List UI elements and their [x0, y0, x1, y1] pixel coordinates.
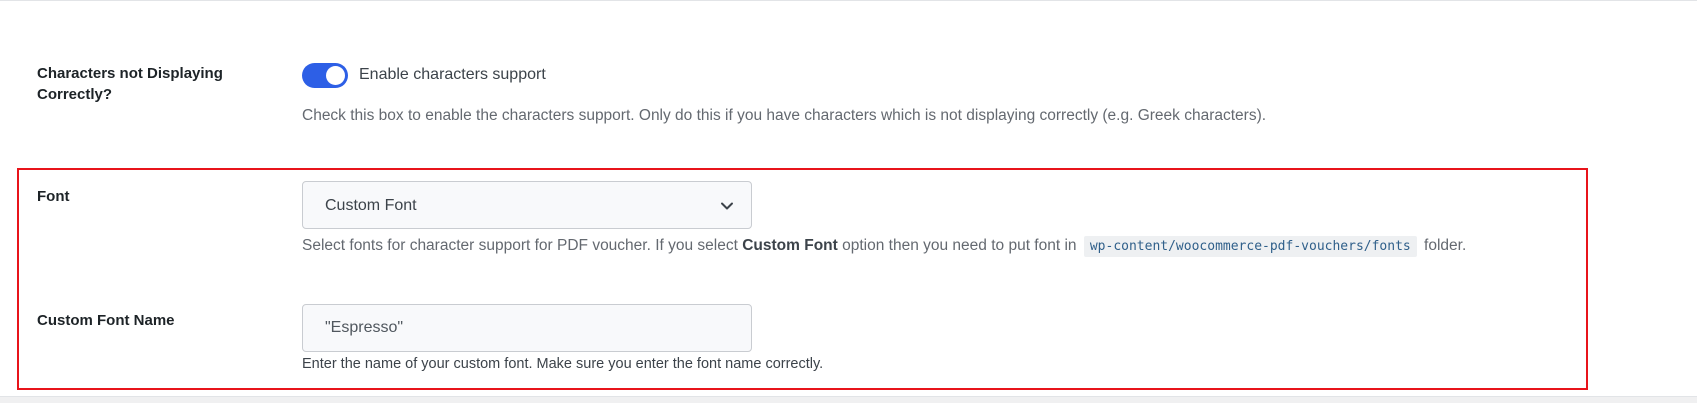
toggle-knob	[326, 66, 345, 85]
settings-panel: Characters not Displaying Correctly? Ena…	[0, 0, 1697, 397]
font-label: Font	[37, 188, 70, 205]
font-select-value: Custom Font	[325, 197, 417, 214]
font-select[interactable]: Custom Font	[302, 181, 752, 229]
characters-support-toggle[interactable]	[302, 63, 348, 88]
font-desc-middle: option then you need to put font in	[837, 237, 1081, 254]
characters-support-description: Check this box to enable the characters …	[302, 107, 1267, 124]
custom-font-name-input[interactable]	[302, 304, 752, 352]
font-description: Select fonts for character support for P…	[302, 235, 1466, 257]
font-desc-bold: Custom Font	[742, 237, 838, 254]
custom-font-name-label: Custom Font Name	[37, 312, 175, 329]
fonts-folder-path: wp-content/woocommerce-pdf-vouchers/font…	[1083, 236, 1417, 257]
custom-font-name-description: Enter the name of your custom font. Make…	[302, 356, 824, 372]
font-desc-prefix: Select fonts for character support for P…	[302, 237, 743, 254]
font-desc-suffix: folder.	[1419, 237, 1467, 254]
characters-support-label: Characters not Displaying Correctly?	[37, 65, 223, 103]
chevron-down-icon	[721, 202, 733, 210]
toggle-label: Enable characters support	[359, 66, 546, 83]
